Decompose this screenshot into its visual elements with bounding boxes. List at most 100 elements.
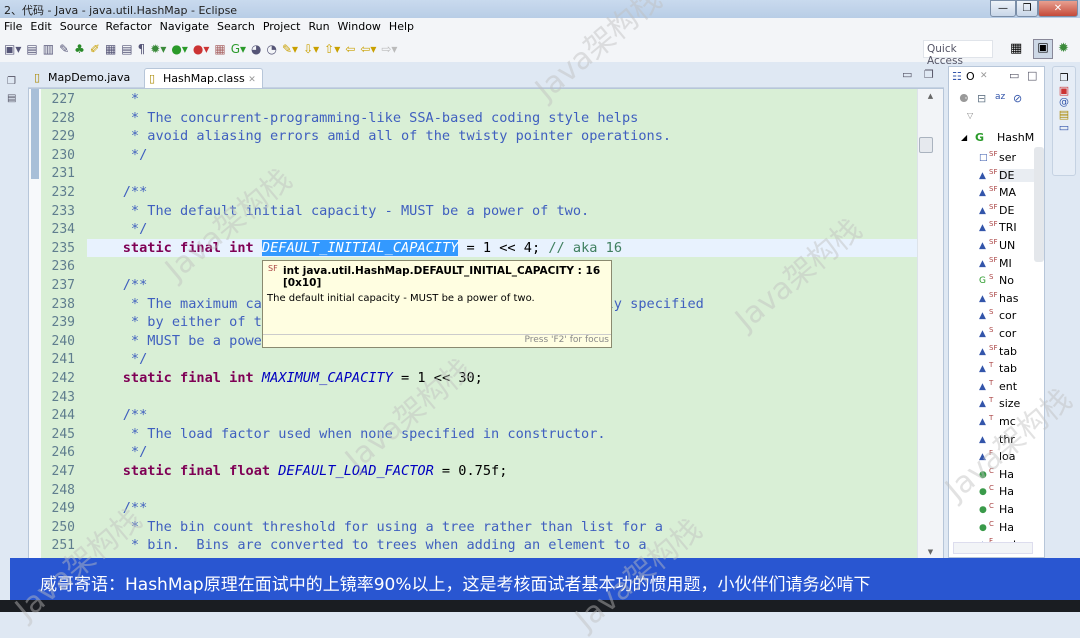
menu-window[interactable]: Window	[334, 18, 385, 36]
open-perspective-icon[interactable]: ▦	[1010, 41, 1022, 56]
line-number: 240	[51, 333, 75, 349]
menu-run[interactable]: Run	[304, 18, 333, 36]
menu-file[interactable]: File	[0, 18, 26, 36]
run-icon[interactable]: ●▾	[171, 42, 188, 56]
save-all-icon[interactable]: ▥	[43, 42, 54, 56]
tab-hashmap[interactable]: ▯ HashMap.class ✕	[144, 68, 263, 88]
expand-icon[interactable]: ◢	[961, 133, 967, 142]
next-annotation-icon[interactable]: ⇩▾	[303, 42, 319, 56]
tab-mapdemo[interactable]: ▯ MapDemo.java	[30, 68, 136, 88]
menu-refactor[interactable]: Refactor	[102, 18, 156, 36]
sort-icon[interactable]: az	[995, 92, 1005, 102]
outline-item[interactable]: No	[999, 274, 1041, 287]
open-folder-icon[interactable]: ◔	[267, 42, 277, 56]
tab-close-icon[interactable]: ✕	[248, 75, 256, 85]
field-icon: ▲	[979, 329, 986, 339]
quick-access-input[interactable]: Quick Access	[923, 40, 993, 67]
line-number: 239	[51, 315, 75, 331]
line-number: 228	[51, 110, 75, 126]
menu-edit[interactable]: Edit	[26, 18, 55, 36]
field-icon: ▲	[979, 364, 986, 375]
back-icon[interactable]: ⇦▾	[360, 42, 376, 56]
outline-item[interactable]: size	[999, 397, 1041, 410]
line-number: 243	[51, 389, 75, 405]
code-line: * The concurrent-programming-like SSA-ba…	[90, 109, 639, 126]
show-icon[interactable]: ▤	[121, 42, 132, 56]
javadoc-icon[interactable]: @	[1053, 97, 1075, 108]
overview-ruler	[29, 89, 41, 559]
scrollbar-thumb[interactable]	[919, 137, 933, 153]
java-perspective-icon[interactable]: ▣	[1033, 39, 1053, 59]
collapse-all-icon[interactable]: ⊟	[977, 92, 986, 105]
menu-help[interactable]: Help	[385, 18, 418, 36]
code-line: static final int DEFAULT_INITIAL_CAPACIT…	[87, 238, 917, 258]
declaration-icon[interactable]: ▤	[1053, 108, 1075, 121]
open-type-icon[interactable]: ▦	[105, 42, 116, 56]
menu-navigate[interactable]: Navigate	[156, 18, 213, 36]
outline-item[interactable]: loa	[999, 450, 1041, 463]
outline-root[interactable]: HashM	[997, 131, 1034, 144]
outline-item[interactable]: tab	[999, 362, 1041, 375]
outline-item[interactable]: mc	[999, 415, 1041, 428]
outline-hscrollbar[interactable]	[953, 542, 1033, 554]
minimize-editor-icon[interactable]: ▭	[902, 68, 912, 81]
pin-icon[interactable]: ♣	[74, 42, 85, 56]
outline-item[interactable]: tab	[999, 345, 1041, 358]
restore-button[interactable]: ❐	[1016, 0, 1038, 17]
console-icon[interactable]: ▭	[1053, 121, 1075, 134]
menu-project[interactable]: Project	[259, 18, 305, 36]
field-icon: ▲	[979, 258, 986, 269]
outline-minimize-icon[interactable]: ▭	[1009, 69, 1019, 82]
paragraph-icon[interactable]: ¶	[138, 42, 146, 56]
problems-icon[interactable]: ▣	[1053, 84, 1075, 97]
line-number: 245	[51, 426, 75, 442]
outline-maximize-icon[interactable]: □	[1027, 69, 1037, 82]
new-class-icon[interactable]: G▾	[231, 42, 246, 56]
modifier-badge: C	[989, 502, 994, 510]
hide-fields-icon[interactable]: ⚈	[959, 92, 969, 105]
maximize-editor-icon[interactable]: ❐	[924, 68, 934, 81]
class-file-icon: ▯	[149, 72, 156, 85]
hide-static-icon[interactable]: ⊘	[1013, 92, 1022, 105]
save-icon[interactable]: ▤	[26, 42, 37, 56]
new-icon[interactable]: ▣▾	[4, 42, 21, 56]
last-edit-icon[interactable]: ⇦	[345, 42, 355, 56]
menu-search[interactable]: Search	[213, 18, 259, 36]
modifier-badge: T	[989, 378, 994, 387]
search-tool-icon[interactable]: ✎▾	[282, 42, 298, 56]
line-number: 246	[51, 445, 75, 461]
outline-scroll-thumb[interactable]	[1034, 147, 1044, 262]
forward-icon[interactable]: ⇨▾	[381, 42, 397, 56]
prev-annotation-icon[interactable]: ⇧▾	[324, 42, 340, 56]
outline-item[interactable]: has	[999, 292, 1041, 305]
debug-perspective-icon[interactable]: ✹	[1058, 41, 1069, 56]
restore-icon[interactable]: ❐	[7, 76, 24, 87]
view-menu-icon[interactable]: ▽	[967, 111, 973, 120]
minimize-button[interactable]: —	[990, 0, 1016, 17]
open-task-icon[interactable]: ◕	[251, 42, 261, 56]
new-package-icon[interactable]: ▦	[214, 42, 225, 56]
outline-item[interactable]: Ha	[999, 485, 1041, 498]
highlight-icon[interactable]: ✐	[90, 42, 100, 56]
debug-icon[interactable]: ✹▾	[150, 42, 166, 56]
outline-close-icon[interactable]: ✕	[980, 71, 988, 81]
restore-icon[interactable]: ❐	[1053, 73, 1075, 84]
outline-tab[interactable]: O	[966, 70, 975, 83]
keyword: static final int	[122, 370, 262, 386]
outline-item[interactable]: cor	[999, 327, 1041, 340]
outline-item[interactable]: cor	[999, 309, 1041, 322]
run-config-icon[interactable]: ●▾	[193, 42, 210, 56]
toggle-icon[interactable]: ✎	[59, 42, 69, 56]
outline-item[interactable]: Ha	[999, 468, 1041, 481]
vertical-scrollbar[interactable]: ▲ ▼	[917, 89, 943, 559]
field-icon: ▲	[979, 381, 986, 392]
outline-item[interactable]: ent	[999, 380, 1041, 393]
close-button[interactable]: ✕	[1038, 0, 1078, 17]
outline-item[interactable]: Ha	[999, 521, 1041, 534]
line-number: 231	[51, 166, 75, 182]
outline-item[interactable]: Ha	[999, 503, 1041, 516]
outline-item[interactable]: thr	[999, 433, 1041, 446]
menu-source[interactable]: Source	[56, 18, 102, 36]
package-explorer-icon[interactable]: ▤	[7, 93, 24, 104]
line-number: 248	[51, 482, 75, 498]
